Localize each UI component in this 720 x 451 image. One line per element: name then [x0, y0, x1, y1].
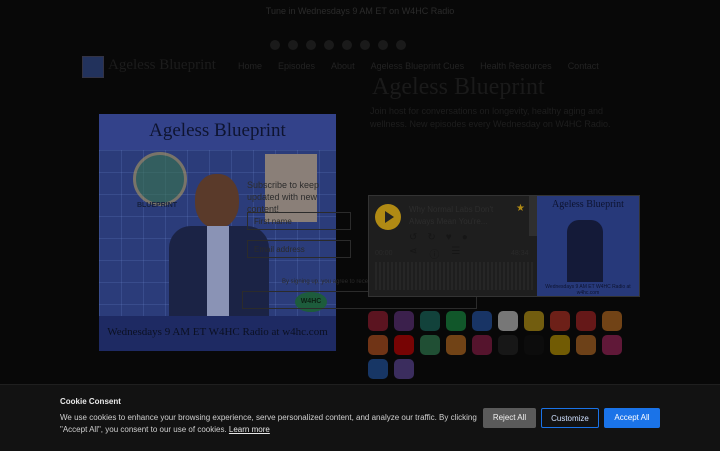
email-field[interactable]: Email address — [247, 240, 351, 258]
platform-icon[interactable] — [524, 335, 544, 355]
cookie-banner: Cookie Consent We use cookies to enhance… — [0, 384, 720, 451]
star-icon[interactable]: ★ — [516, 203, 525, 214]
play-button[interactable] — [375, 204, 401, 230]
social-links — [270, 40, 406, 50]
platform-icon[interactable] — [602, 311, 622, 331]
cover-footer: Wednesdays 9 AM ET W4HC Radio at w4hc.co… — [99, 316, 336, 351]
platform-icon[interactable] — [472, 311, 492, 331]
platform-icon[interactable] — [420, 335, 440, 355]
current-time: 00:00 — [375, 250, 393, 257]
platform-icon[interactable] — [524, 311, 544, 331]
platform-icon[interactable] — [550, 311, 570, 331]
podcast-player: Why Normal Labs Don't Always Mean You're… — [368, 195, 640, 297]
platform-icon[interactable] — [368, 311, 388, 331]
platform-icon[interactable] — [420, 311, 440, 331]
site-brand[interactable]: Ageless Blueprint — [108, 57, 216, 74]
accept-all-button[interactable]: Accept All — [604, 408, 660, 428]
site-logo[interactable] — [82, 56, 104, 78]
youtube-icon[interactable] — [324, 40, 334, 50]
page-title: Ageless Blueprint — [372, 74, 545, 100]
cookie-text: We use cookies to enhance your browsing … — [60, 412, 478, 436]
tiktok-icon[interactable] — [360, 40, 370, 50]
transcript-icon[interactable]: ☰ — [451, 246, 460, 261]
platform-icon[interactable] — [472, 335, 492, 355]
player-badge — [529, 196, 537, 236]
platform-icon[interactable] — [576, 335, 596, 355]
nav-item-home[interactable]: Home — [238, 61, 262, 71]
facebook-icon[interactable] — [270, 40, 280, 50]
total-time: 48:34 — [511, 250, 529, 257]
nav-item-about[interactable]: About — [331, 61, 355, 71]
announcement-bar: Tune in Wednesdays 9 AM ET on W4HC Radio — [265, 6, 455, 16]
player-art-title: Ageless Blueprint — [552, 199, 624, 210]
platform-icon[interactable] — [446, 311, 466, 331]
platform-icon[interactable] — [394, 335, 414, 355]
platform-icon[interactable] — [498, 311, 518, 331]
waveform[interactable] — [375, 262, 535, 290]
nav-item-contact[interactable]: Contact — [568, 61, 599, 71]
main-nav: Home Episodes About Ageless Blueprint Cu… — [238, 61, 599, 71]
linkedin-icon[interactable] — [342, 40, 352, 50]
customize-button[interactable]: Customize — [541, 408, 599, 428]
instagram-icon[interactable] — [288, 40, 298, 50]
nav-item-episodes[interactable]: Episodes — [278, 61, 315, 71]
rss-icon[interactable] — [378, 40, 388, 50]
platform-icon[interactable] — [498, 335, 518, 355]
platform-icon[interactable] — [446, 335, 466, 355]
episode-title[interactable]: Why Normal Labs Don't Always Mean You're… — [409, 204, 509, 228]
listen-on-platforms — [368, 311, 638, 379]
platform-icon[interactable] — [550, 335, 570, 355]
subscribe-text: Subscribe to keep updated with new conte… — [247, 180, 320, 214]
info-icon[interactable]: ⓘ — [429, 246, 439, 261]
email-icon[interactable] — [396, 40, 406, 50]
player-cover-art: Ageless Blueprint Wednesdays 9 AM ET W4H… — [537, 196, 639, 296]
learn-more-link[interactable]: Learn more — [229, 425, 270, 434]
nav-item-cues[interactable]: Ageless Blueprint Cues — [371, 61, 465, 71]
first-name-field[interactable]: First name — [247, 212, 351, 230]
share-icon[interactable]: ⋖ — [409, 246, 417, 261]
player-art-footer: Wednesdays 9 AM ET W4HC Radio at w4hc.co… — [545, 284, 631, 296]
forward-icon[interactable]: ↻ — [427, 232, 435, 243]
comment-icon[interactable]: ● — [462, 232, 468, 243]
podcast-description: Join host for conversations on longevity… — [370, 106, 611, 129]
cover-footer-text: Wednesdays 9 AM ET W4HC Radio at w4hc.co… — [107, 326, 328, 338]
player-controls-top: ↺ ↻ ♥ ● — [409, 232, 468, 243]
cover-title: Ageless Blueprint — [149, 120, 286, 141]
platform-icon[interactable] — [368, 359, 388, 379]
player-art-host — [567, 220, 603, 282]
player-controls-bottom: ⋖ ⓘ ☰ — [409, 246, 460, 261]
cookie-title: Cookie Consent — [60, 397, 121, 406]
heart-icon[interactable]: ♥ — [446, 232, 452, 243]
platform-icon[interactable] — [576, 311, 596, 331]
replay-icon[interactable]: ↺ — [409, 232, 417, 243]
platform-icon[interactable] — [394, 311, 414, 331]
reject-all-button[interactable]: Reject All — [483, 408, 536, 428]
platform-icon[interactable] — [602, 335, 622, 355]
platform-icon[interactable] — [394, 359, 414, 379]
nav-item-resources[interactable]: Health Resources — [480, 61, 552, 71]
podcast-cover-art: Ageless Blueprint BLUEPRINT W4HC Wednesd… — [99, 114, 336, 351]
twitter-icon[interactable] — [306, 40, 316, 50]
page-background: Tune in Wednesdays 9 AM ET on W4HC Radio… — [0, 0, 720, 450]
platform-icon[interactable] — [368, 335, 388, 355]
